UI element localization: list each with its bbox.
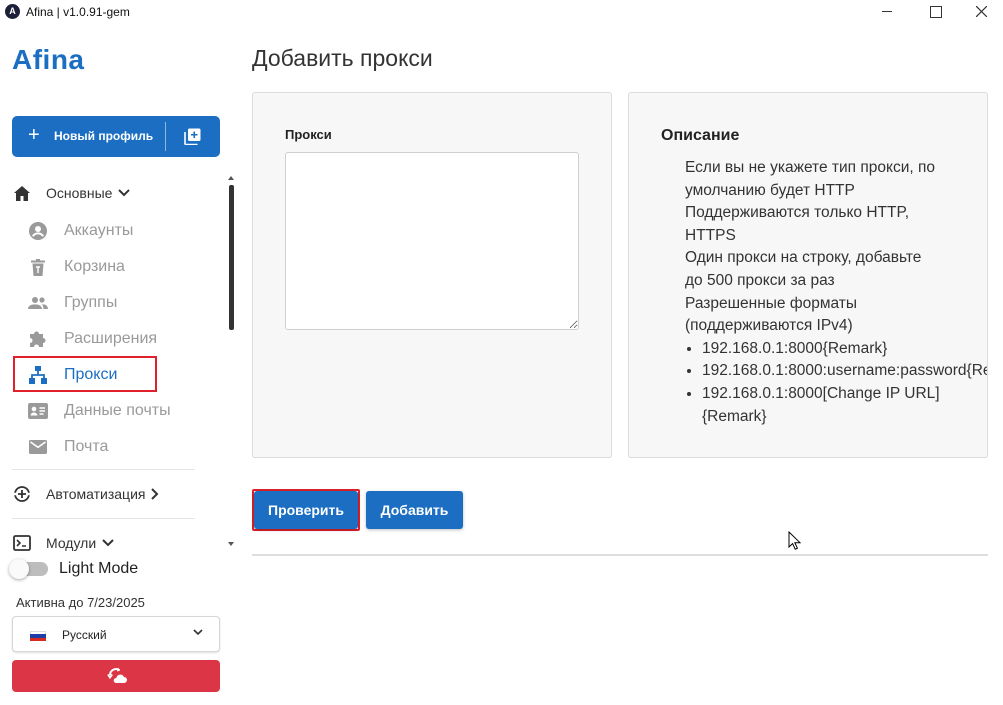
sidebar-item-label: Прокси (64, 366, 118, 383)
sidebar-item-label: Группы (64, 294, 118, 311)
chevron-down-icon (193, 629, 203, 636)
add-button[interactable]: Добавить (366, 491, 463, 529)
content-divider (252, 554, 988, 556)
sidebar: Afina + Новый профиль Основные Аккаунты … (0, 24, 236, 705)
description-line: Один прокси на строку, добавьте (685, 249, 922, 267)
language-select[interactable]: Русский (12, 616, 220, 652)
sidebar-item-label: Данные почты (64, 402, 171, 419)
description-line: умолчанию будет HTTP (685, 181, 855, 199)
close-icon (976, 6, 987, 17)
chevron-down-icon (118, 189, 131, 197)
description-line: Разрешенные форматы (685, 294, 858, 312)
proxy-textarea[interactable] (285, 152, 579, 330)
title-bar: A Afina | v1.0.91-gem (0, 0, 1003, 24)
proxy-input-card: Прокси (252, 92, 612, 458)
theme-toggle-label: Light Mode (59, 560, 139, 577)
section-modules[interactable]: Модули (12, 533, 114, 553)
mail-icon (28, 437, 48, 457)
app-icon: A (5, 4, 20, 19)
description-body: Если вы не укажете тип прокси, по умолча… (685, 157, 987, 428)
description-line: HTTPS (685, 226, 736, 244)
button-divider (165, 122, 166, 151)
close-button[interactable] (958, 0, 1003, 24)
description-line: (поддерживаются IPv4) (685, 317, 853, 335)
chevron-right-icon (151, 488, 159, 500)
description-line: Если вы не укажете тип прокси, по (685, 159, 935, 176)
russia-flag-icon (30, 631, 46, 641)
minimize-button[interactable] (864, 0, 910, 24)
sidebar-item-label: Расширения (64, 330, 158, 347)
section-automation-label: Автоматизация (46, 486, 146, 502)
page-title: Добавить прокси (252, 45, 433, 71)
check-button[interactable]: Проверить (254, 491, 358, 529)
toggle-knob (9, 559, 29, 579)
new-profile-label: Новый профиль (54, 129, 154, 143)
format-item: 192.168.0.1:8000[Change IP URL] {Remark} (702, 383, 987, 428)
puzzle-icon (28, 329, 48, 349)
chevron-down-icon (102, 539, 114, 547)
sidebar-item-trash[interactable]: Корзина (28, 252, 125, 282)
format-item: 192.168.0.1:8000{Remark} (702, 338, 987, 361)
group-icon (28, 293, 48, 313)
format-item-text: 192.168.0.1:8000[Change IP URL] (702, 384, 940, 402)
contact-card-icon (28, 401, 48, 421)
description-line: Поддерживаются только HTTP, (685, 204, 910, 222)
section-automation[interactable]: Автоматизация (12, 484, 159, 504)
language-label: Русский (62, 628, 107, 642)
formats-list: 192.168.0.1:8000{Remark} 192.168.0.1:800… (702, 338, 987, 428)
trash-icon (28, 257, 48, 277)
sidebar-item-groups[interactable]: Группы (28, 288, 117, 318)
plus-icon: + (28, 124, 40, 146)
section-basic-label: Основные (46, 185, 113, 201)
sync-button[interactable] (12, 660, 220, 692)
description-line: до 500 прокси за раз (685, 271, 835, 289)
description-title: Описание (661, 127, 740, 144)
sidebar-scrollbar[interactable] (229, 185, 234, 330)
description-card: Описание Если вы не укажете тип прокси, … (628, 92, 988, 458)
section-basic[interactable]: Основные (12, 183, 131, 203)
subscription-status: Активна до 7/23/2025 (16, 595, 145, 610)
sidebar-item-mail[interactable]: Почта (28, 432, 108, 462)
maximize-button[interactable] (912, 0, 958, 24)
sidebar-item-label: Корзина (64, 258, 125, 275)
account-circle-icon (28, 221, 48, 241)
new-profile-button[interactable]: + Новый профиль (12, 116, 220, 157)
mouse-cursor-icon (788, 531, 801, 550)
sidebar-item-extensions[interactable]: Расширения (28, 324, 157, 354)
sidebar-item-label: Почта (64, 438, 109, 455)
terminal-icon (12, 533, 32, 553)
section-modules-label: Модули (46, 535, 97, 551)
theme-toggle[interactable] (9, 559, 48, 579)
format-item-text: {Remark} (702, 407, 767, 425)
home-icon (12, 183, 32, 203)
proxy-field-label: Прокси (285, 127, 332, 142)
network-icon (28, 365, 48, 385)
scroll-down-arrow[interactable] (228, 542, 234, 546)
sidebar-item-accounts[interactable]: Аккаунты (28, 216, 133, 246)
automation-icon (12, 484, 32, 504)
sync-cloud-icon (107, 667, 127, 683)
sidebar-item-mail-data[interactable]: Данные почты (28, 396, 171, 426)
sidebar-item-proxy[interactable]: Прокси (28, 360, 117, 390)
sidebar-item-label: Аккаунты (64, 222, 134, 239)
afina-logo: Afina (12, 44, 85, 75)
sidebar-divider (12, 469, 195, 470)
window-title: Afina | v1.0.91-gem (26, 5, 130, 19)
sidebar-divider (12, 518, 195, 519)
scroll-up-arrow[interactable] (228, 176, 234, 180)
format-item: 192.168.0.1:8000:username:password{Remar… (702, 360, 987, 383)
add-copy-icon[interactable] (184, 128, 201, 145)
